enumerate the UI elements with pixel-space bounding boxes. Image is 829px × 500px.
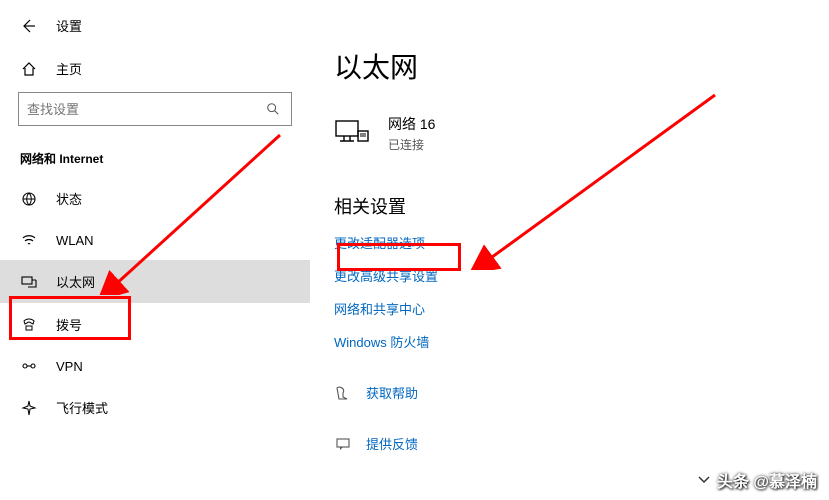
- link-firewall[interactable]: Windows 防火墙: [334, 332, 805, 351]
- link-network-center[interactable]: 网络和共享中心: [334, 299, 805, 318]
- link-sharing-settings[interactable]: 更改高级共享设置: [334, 266, 805, 285]
- back-button[interactable]: [20, 18, 36, 34]
- feedback-label: 提供反馈: [366, 434, 418, 453]
- vpn-icon: [20, 358, 38, 374]
- sidebar: 设置 主页 网络和 Internet 状态 WLAN: [0, 0, 310, 500]
- help-icon: [334, 385, 352, 401]
- connection-row[interactable]: 网络 16 已连接: [334, 114, 805, 153]
- sidebar-item-status[interactable]: 状态: [0, 177, 310, 220]
- search-icon: [263, 102, 283, 116]
- sidebar-item-wlan[interactable]: WLAN: [0, 220, 310, 260]
- sidebar-item-dialup[interactable]: 拨号: [0, 303, 310, 346]
- get-help-label: 获取帮助: [366, 383, 418, 402]
- sidebar-item-label: 飞行模式: [56, 398, 108, 417]
- search-input[interactable]: [27, 102, 263, 117]
- feedback-link[interactable]: 提供反馈: [334, 434, 805, 453]
- related-settings-label: 相关设置: [334, 193, 805, 219]
- sidebar-item-label: 拨号: [56, 315, 82, 334]
- watermark: 头条 @慕泽楠: [695, 468, 817, 492]
- link-adapter-options[interactable]: 更改适配器选项: [334, 233, 805, 252]
- watermark-text: 头条 @慕泽楠: [717, 468, 817, 492]
- home-button[interactable]: 主页: [0, 49, 310, 88]
- sidebar-item-label: WLAN: [56, 233, 94, 248]
- arrow-left-icon: [20, 18, 36, 34]
- page-title: 以太网: [334, 46, 805, 86]
- watermark-icon: [695, 471, 713, 489]
- home-icon: [20, 61, 38, 77]
- main-content: 以太网 网络 16 已连接 相关设置 更改适配器选项 更改高级共享设置 网络和共…: [310, 0, 829, 500]
- airplane-icon: [20, 400, 38, 416]
- ethernet-icon: [20, 274, 38, 290]
- connection-name: 网络 16: [388, 114, 435, 134]
- search-input-wrap[interactable]: [18, 92, 292, 126]
- connection-status: 已连接: [388, 136, 435, 153]
- sidebar-item-vpn[interactable]: VPN: [0, 346, 310, 386]
- sidebar-item-airplane[interactable]: 飞行模式: [0, 386, 310, 429]
- app-title: 设置: [56, 16, 82, 35]
- get-help-link[interactable]: 获取帮助: [334, 383, 805, 402]
- sidebar-item-ethernet[interactable]: 以太网: [0, 260, 310, 303]
- globe-icon: [20, 191, 38, 207]
- sidebar-item-label: VPN: [56, 359, 83, 374]
- wifi-icon: [20, 232, 38, 248]
- feedback-icon: [334, 436, 352, 452]
- sidebar-item-label: 状态: [56, 189, 82, 208]
- ethernet-connection-icon: [334, 119, 370, 149]
- dialup-icon: [20, 317, 38, 333]
- category-label: 网络和 Internet: [0, 136, 310, 177]
- home-label: 主页: [56, 59, 82, 78]
- sidebar-item-label: 以太网: [56, 272, 95, 291]
